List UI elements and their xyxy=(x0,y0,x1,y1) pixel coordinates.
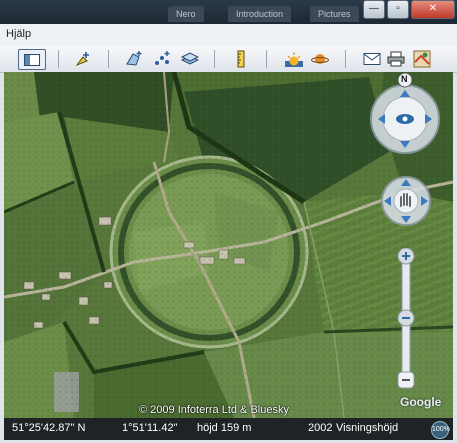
toolbar-separator xyxy=(345,50,346,68)
menu-bar: Hjälp xyxy=(0,24,457,47)
ruler-icon xyxy=(237,50,245,67)
look-control[interactable]: N xyxy=(369,72,441,162)
window-controls: — ▫ ✕ xyxy=(361,0,455,19)
north-label[interactable]: N xyxy=(401,74,408,84)
overlay-icon xyxy=(181,51,199,65)
zoom-track[interactable] xyxy=(394,247,418,394)
hand-pan-icon[interactable] xyxy=(381,176,431,226)
sunlight-icon xyxy=(285,51,303,67)
planet-button[interactable] xyxy=(310,49,330,68)
imagery-copyright: © 2009 Infoterra Ltd & Bluesky xyxy=(139,404,289,416)
path-icon xyxy=(155,50,170,65)
eye-altitude-label: Visningshöjd xyxy=(336,422,399,434)
add-polygon-button[interactable] xyxy=(124,49,144,68)
satellite-map-view[interactable]: N xyxy=(4,72,453,418)
toolbar-separator xyxy=(108,50,109,68)
look-joystick[interactable] xyxy=(369,72,441,157)
minimize-button[interactable]: — xyxy=(363,0,385,19)
email-icon xyxy=(363,52,381,65)
google-logo: Google xyxy=(400,395,442,409)
window-titlebar: Nero Introduction Pictures — ▫ ✕ xyxy=(0,0,457,24)
status-bar: 51°25'42.87" N 1°51'11.42" höjd 159 m 20… xyxy=(4,418,453,440)
sunlight-button[interactable] xyxy=(284,49,304,68)
toolbar-separator xyxy=(58,50,59,68)
zoom-slider[interactable] xyxy=(394,247,418,399)
maps-icon xyxy=(413,50,431,67)
background-tab-3[interactable]: Pictures xyxy=(310,6,359,22)
planet-icon xyxy=(311,53,329,64)
view-in-maps-button[interactable] xyxy=(412,49,432,68)
add-placemark-button[interactable] xyxy=(73,49,93,68)
polygon-icon xyxy=(126,50,142,66)
placemark-icon xyxy=(75,51,89,66)
background-tab-1[interactable]: Nero xyxy=(168,6,204,22)
toolbar-separator xyxy=(214,50,215,68)
move-control[interactable] xyxy=(381,176,431,231)
ruler-button[interactable] xyxy=(231,49,251,68)
print-button[interactable] xyxy=(386,49,406,68)
close-button[interactable]: ✕ xyxy=(411,0,455,19)
toolbar xyxy=(0,46,457,73)
add-path-button[interactable] xyxy=(152,49,172,68)
email-button[interactable] xyxy=(362,49,382,68)
add-overlay-button[interactable] xyxy=(180,49,200,68)
menu-help[interactable]: Hjälp xyxy=(6,28,31,40)
maximize-button[interactable]: ▫ xyxy=(387,0,409,19)
elevation-readout: höjd 159 m xyxy=(197,422,252,434)
streaming-indicator: 100% xyxy=(431,421,450,439)
toolbar-separator xyxy=(266,50,267,68)
longitude-readout: 1°51'11.42" xyxy=(122,422,178,434)
imagery-date: 2002 xyxy=(308,422,333,434)
background-tab-2[interactable]: Introduction xyxy=(228,6,292,22)
latitude-readout: 51°25'42.87" N xyxy=(12,422,86,434)
sidebar-icon xyxy=(24,53,40,66)
print-icon xyxy=(387,51,405,66)
sidebar-toggle-button[interactable] xyxy=(18,49,46,70)
